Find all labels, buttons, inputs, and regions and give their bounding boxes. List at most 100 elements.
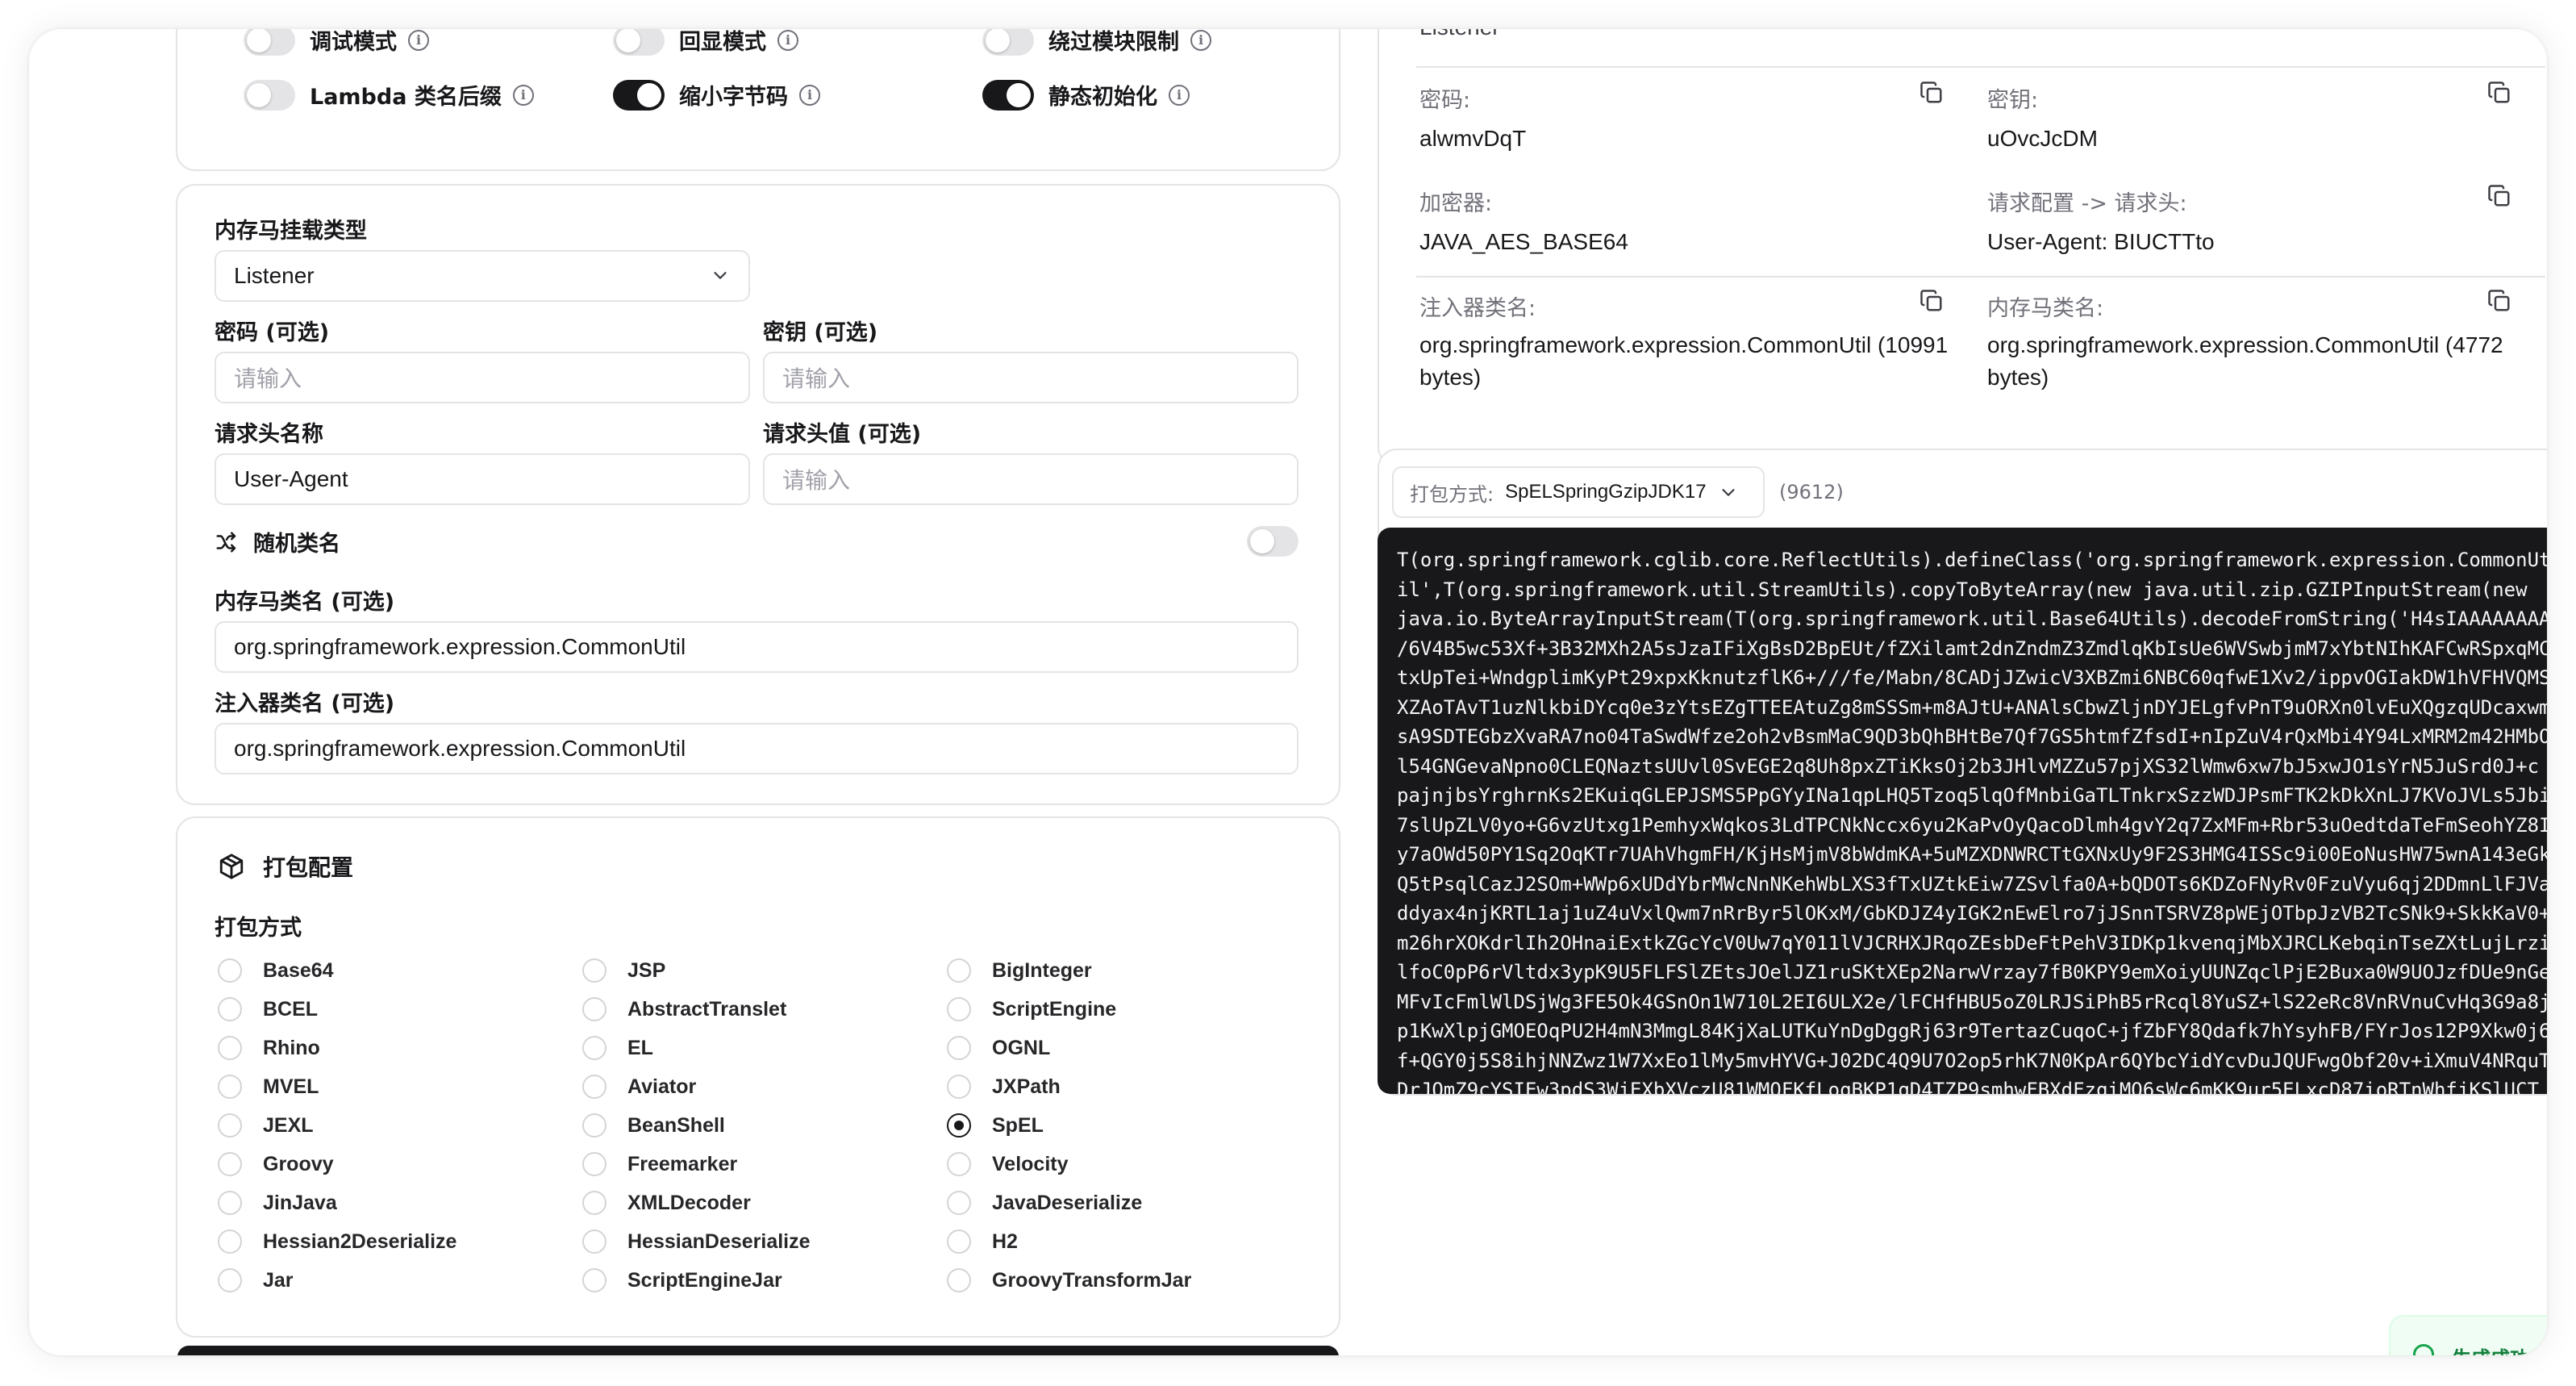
info-icon[interactable]: i — [512, 84, 534, 106]
packing-option[interactable]: BCEL — [218, 997, 318, 1021]
toggle-debug-mode[interactable]: 调试模式 i — [244, 29, 429, 56]
code-line: y7aOWd50PY1Sq2OqKTr7UAhVhgmFH/KjHsMjmV8b… — [1397, 843, 2547, 866]
radio-button[interactable] — [947, 1152, 971, 1176]
radio-label: MVEL — [263, 1075, 319, 1098]
radio-button[interactable] — [582, 958, 606, 983]
password-input[interactable]: 请输入 — [215, 352, 750, 403]
packing-option[interactable]: Freemarker — [582, 1152, 737, 1176]
echo-mode-switch[interactable] — [613, 29, 665, 56]
radio-label: OGNL — [992, 1036, 1051, 1059]
radio-button[interactable] — [218, 1075, 242, 1099]
info-icon[interactable]: i — [1190, 29, 1211, 51]
packing-option[interactable]: JEXL — [218, 1113, 314, 1138]
radio-button[interactable] — [947, 1191, 971, 1215]
radio-button[interactable] — [582, 1152, 606, 1176]
static-init-switch[interactable] — [982, 79, 1034, 111]
packing-option[interactable]: OGNL — [947, 1036, 1050, 1060]
header-value-input[interactable]: 请输入 — [763, 453, 1298, 505]
radio-button[interactable] — [218, 1152, 242, 1176]
packing-option[interactable]: BigInteger — [947, 958, 1092, 983]
radio-button[interactable] — [582, 1229, 606, 1254]
info-icon[interactable]: i — [799, 84, 820, 106]
key-input[interactable]: 请输入 — [763, 352, 1298, 403]
packing-option[interactable]: JSP — [582, 958, 665, 983]
random-class-label: 随机类名 — [253, 532, 340, 557]
lambda-suffix-switch[interactable] — [244, 79, 295, 111]
radio-button[interactable] — [218, 1113, 242, 1138]
radio-button[interactable] — [947, 1268, 971, 1292]
radio-button[interactable] — [582, 1268, 606, 1292]
radio-button[interactable] — [218, 958, 242, 983]
radio-button[interactable] — [582, 1113, 606, 1138]
packing-option[interactable]: ScriptEngineJar — [582, 1268, 782, 1292]
copy-icon[interactable] — [1919, 289, 1944, 313]
packing-option[interactable]: JinJava — [218, 1191, 337, 1215]
radio-button[interactable] — [947, 997, 971, 1021]
radio-button[interactable] — [947, 1036, 971, 1060]
copy-icon[interactable] — [1919, 81, 1944, 105]
info-icon[interactable]: i — [1169, 84, 1190, 106]
packing-option[interactable]: Rhino — [218, 1036, 320, 1060]
packing-option[interactable]: Jar — [218, 1268, 294, 1292]
radio-button[interactable] — [582, 1036, 606, 1060]
packing-option[interactable]: ScriptEngine — [947, 997, 1116, 1021]
packing-option[interactable]: SpEL — [947, 1113, 1044, 1138]
packing-option[interactable]: MVEL — [218, 1075, 319, 1099]
packing-option[interactable]: HessianDeserialize — [582, 1229, 811, 1254]
toggle-shrink-bytecode[interactable]: 缩小字节码 i — [613, 79, 820, 111]
code-line: l54GNGevaNpno0CLEQNaztsUUvl0SvEGE2q8Uh8p… — [1397, 754, 2540, 778]
random-class-switch[interactable] — [1247, 526, 1298, 557]
packing-option[interactable]: JavaDeserialize — [947, 1191, 1142, 1215]
mount-type-select[interactable]: Listener — [215, 250, 750, 302]
packing-option[interactable]: H2 — [947, 1229, 1018, 1254]
info-icon[interactable]: i — [408, 29, 429, 51]
debug-mode-switch[interactable] — [244, 29, 295, 56]
radio-button[interactable] — [218, 1268, 242, 1292]
copy-icon[interactable] — [2487, 81, 2511, 105]
radio-button[interactable] — [947, 1075, 971, 1099]
packing-option[interactable]: GroovyTransformJar — [947, 1268, 1191, 1292]
radio-label: Groovy — [263, 1152, 334, 1175]
toggle-bypass-module[interactable]: 绕过模块限制 i — [982, 29, 1211, 56]
shuffle-icon — [216, 532, 236, 552]
radio-button[interactable] — [582, 997, 606, 1021]
radio-button[interactable] — [582, 1075, 606, 1099]
packing-option[interactable]: Groovy — [218, 1152, 334, 1176]
packing-option[interactable]: JXPath — [947, 1075, 1061, 1099]
packing-option[interactable]: EL — [582, 1036, 653, 1060]
packer-select[interactable]: 打包方式: SpELSpringGzipJDK17 — [1392, 466, 1765, 518]
injector-class-value: org.springframework.expression.CommonUti… — [234, 736, 686, 761]
toggle-echo-mode[interactable]: 回显模式 i — [613, 29, 798, 56]
copy-icon[interactable] — [2487, 184, 2511, 208]
bypass-module-switch[interactable] — [982, 29, 1034, 56]
packing-option[interactable]: XMLDecoder — [582, 1191, 751, 1215]
packing-option[interactable]: AbstractTranslet — [582, 997, 786, 1021]
toggle-lambda-suffix[interactable]: Lambda 类名后缀 i — [244, 79, 534, 111]
radio-button[interactable] — [947, 1229, 971, 1254]
toggle-static-init[interactable]: 静态初始化 i — [982, 79, 1190, 111]
payload-code-block[interactable]: T(org.springframework.cglib.core.Reflect… — [1378, 528, 2547, 1094]
injector-class-input[interactable]: org.springframework.expression.CommonUti… — [215, 723, 1298, 774]
packing-option[interactable]: BeanShell — [582, 1113, 725, 1138]
radio-button[interactable] — [218, 1191, 242, 1215]
radio-button[interactable] — [218, 1229, 242, 1254]
generate-button[interactable] — [177, 1346, 1339, 1355]
radio-button[interactable] — [947, 958, 971, 983]
header-name-input[interactable]: User-Agent — [215, 453, 750, 505]
info-icon[interactable]: i — [777, 29, 798, 51]
radio-button[interactable] — [947, 1113, 971, 1138]
chevron-down-icon — [714, 272, 727, 279]
copy-icon[interactable] — [2487, 289, 2511, 313]
shell-class-input[interactable]: org.springframework.expression.CommonUti… — [215, 621, 1298, 673]
packing-option[interactable]: Aviator — [582, 1075, 696, 1099]
packing-option[interactable]: Velocity — [947, 1152, 1069, 1176]
radio-button[interactable] — [582, 1191, 606, 1215]
radio-button[interactable] — [218, 997, 242, 1021]
radio-button[interactable] — [218, 1036, 242, 1060]
radio-label: Aviator — [627, 1075, 697, 1098]
radio-label: ScriptEngineJar — [627, 1268, 782, 1292]
packing-option[interactable]: Base64 — [218, 958, 334, 983]
shrink-bytecode-switch[interactable] — [613, 79, 665, 111]
packing-option[interactable]: Hessian2Deserialize — [218, 1229, 456, 1254]
packing-card: 打包配置 打包方式 Base64 JSP BigInteger BCEL Abstrac… — [176, 816, 1340, 1338]
